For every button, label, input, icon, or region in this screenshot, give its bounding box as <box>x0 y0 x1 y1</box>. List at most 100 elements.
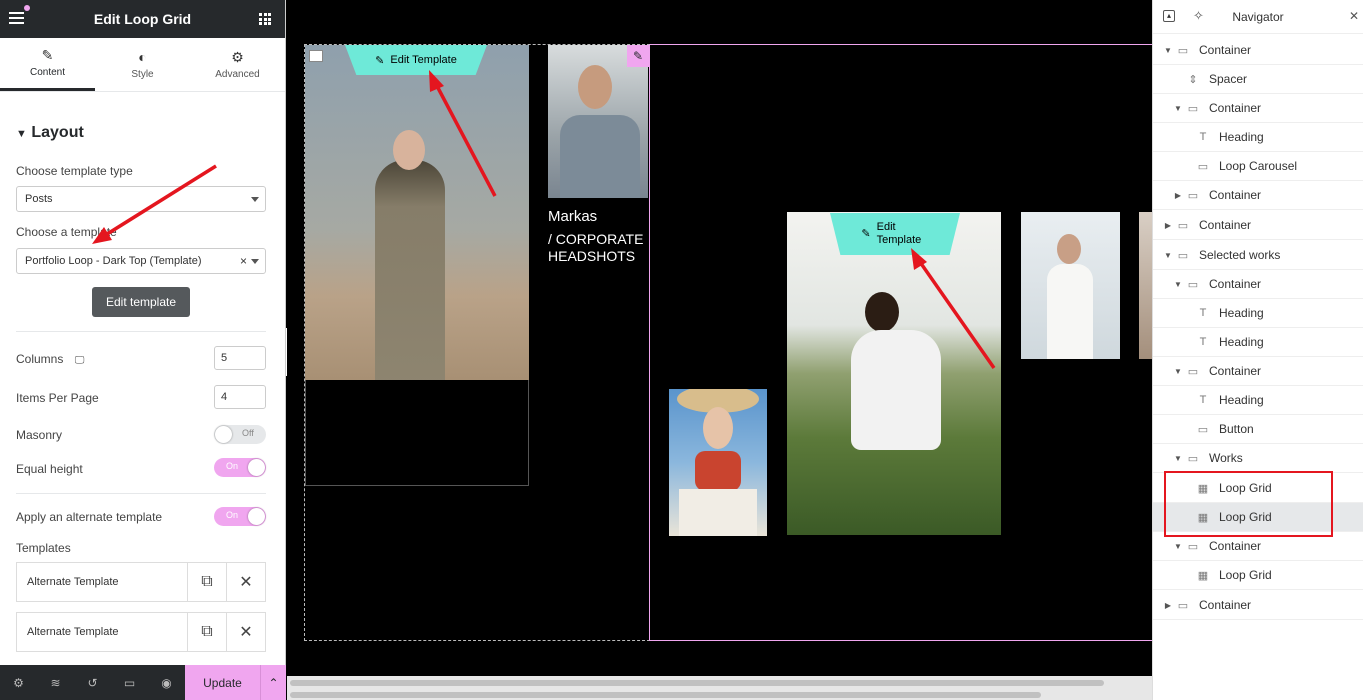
panel-footer: ⚙ ≋ ↺ ▭ ◉ Update ⌃ <box>0 665 286 700</box>
navigator-item[interactable]: ▼ ▭ Container <box>1153 357 1363 386</box>
template-item-title: Alternate Template <box>27 626 119 638</box>
container-icon: ▭ <box>1177 219 1189 232</box>
navigator-item-label: Loop Grid <box>1219 568 1272 582</box>
divider <box>16 493 266 494</box>
columns-input[interactable]: 5 <box>214 346 266 370</box>
caret-right-icon[interactable]: ▶ <box>1163 601 1173 610</box>
container-icon: ▭ <box>1177 249 1189 262</box>
loop-grid-icon: ▦ <box>1197 569 1209 582</box>
preview-eye-icon[interactable]: ◉ <box>148 676 185 690</box>
caret-down-icon[interactable]: ▼ <box>1173 104 1183 113</box>
settings-icon[interactable]: ⚙ <box>0 676 37 690</box>
chevron-up-icon[interactable]: ⌃ <box>260 665 286 700</box>
container-icon: ▭ <box>1187 189 1199 202</box>
items-per-page-label: Items Per Page <box>16 391 99 405</box>
equal-height-toggle[interactable]: On <box>214 458 266 477</box>
button-icon: ▭ <box>1197 423 1209 436</box>
navigator-item[interactable]: ▶ ▭ Container <box>1153 591 1363 620</box>
masonry-label: Masonry <box>16 428 63 442</box>
navigator-item[interactable]: ▭ Button <box>1153 415 1363 444</box>
navigator-item-label: Heading <box>1219 130 1264 144</box>
heading-icon: T <box>1199 394 1207 406</box>
navigator-item-label: Container <box>1199 218 1252 232</box>
caret-down-icon[interactable]: ▼ <box>1173 367 1183 376</box>
navigator-item-label: Container <box>1209 188 1262 202</box>
template-repeater-item[interactable]: Alternate Template ⧉ ✕ <box>16 562 266 602</box>
heading-icon: T <box>1199 307 1207 319</box>
caret-down-icon[interactable]: ▼ <box>1163 46 1173 55</box>
navigator-item-label: Heading <box>1219 393 1264 407</box>
template-repeater-item[interactable]: Alternate Template ⧉ ✕ <box>16 612 266 652</box>
expand-icon[interactable]: ▴ <box>1163 10 1175 22</box>
items-per-page-input[interactable]: 4 <box>214 385 266 409</box>
caret-down-icon[interactable]: ▼ <box>1173 454 1183 463</box>
desktop-icon: 🖵 <box>74 355 85 366</box>
navigator-item-label: Container <box>1199 43 1252 57</box>
layers-icon[interactable]: ≋ <box>37 676 74 690</box>
heading-icon: T <box>1199 131 1207 143</box>
navigator-item-label: Container <box>1209 364 1262 378</box>
navigator-item[interactable]: ⇕ Spacer <box>1153 65 1363 94</box>
templates-label: Templates <box>16 541 71 555</box>
container-icon: ▭ <box>1187 365 1199 378</box>
duplicate-icon[interactable]: ⧉ <box>187 613 226 651</box>
divider <box>16 331 266 332</box>
caret-down-icon[interactable]: ▼ <box>1173 280 1183 289</box>
caret-right-icon[interactable]: ▶ <box>1163 221 1173 230</box>
navigator-item[interactable]: ▭ Loop Carousel <box>1153 152 1363 181</box>
alternate-template-toggle[interactable]: On <box>214 507 266 526</box>
masonry-toggle[interactable]: Off <box>214 425 266 444</box>
toggle-state: Off <box>242 428 254 438</box>
navigator-item[interactable]: ▦ Loop Grid <box>1153 561 1363 590</box>
navigator-item[interactable]: ▶ ▭ Container <box>1153 211 1363 240</box>
navigator-item-label: Loop Carousel <box>1219 159 1298 173</box>
navigator-item[interactable]: ▼ ▭ Works <box>1153 444 1363 473</box>
container-icon: ▭ <box>1187 452 1199 465</box>
duplicate-icon[interactable]: ⧉ <box>187 563 226 601</box>
caret-down-icon[interactable]: ▼ <box>1173 542 1183 551</box>
navigator-item-label: Container <box>1199 598 1252 612</box>
alternate-template-label: Apply an alternate template <box>16 510 163 524</box>
navigator-item-label: Selected works <box>1199 248 1281 262</box>
container-icon: ▭ <box>1177 599 1189 612</box>
heading-icon: T <box>1199 336 1207 348</box>
responsive-icon[interactable]: ▭ <box>111 676 148 690</box>
container-icon: ▭ <box>1177 44 1189 57</box>
navigator-item-label: Works <box>1209 451 1243 465</box>
history-icon[interactable]: ↺ <box>74 676 111 690</box>
navigator-item[interactable]: ▼ ▭ Container <box>1153 36 1363 65</box>
navigator-item[interactable]: ▶ ▭ Container <box>1153 181 1363 210</box>
navigator-item[interactable]: T Heading <box>1153 123 1363 152</box>
navigator-header: ▴ ✧ Navigator ✕ <box>1153 0 1363 34</box>
container-icon: ▭ <box>1187 278 1199 291</box>
close-icon[interactable]: ✕ <box>226 563 265 601</box>
navigator-item[interactable]: T Heading <box>1153 299 1363 328</box>
navigator-item[interactable]: ▼ ▭ Container <box>1153 94 1363 123</box>
navigator-item-label: Container <box>1209 101 1262 115</box>
horizontal-scrollbar[interactable] <box>290 680 1104 686</box>
navigator-item-label: Button <box>1219 422 1254 436</box>
navigator-item-label: Container <box>1209 539 1262 553</box>
navigator-title: Navigator <box>1232 9 1284 24</box>
close-icon[interactable]: ✕ <box>1349 9 1359 23</box>
close-icon[interactable]: ✕ <box>226 613 265 651</box>
navigator-item[interactable]: ▼ ▭ Selected works <box>1153 241 1363 270</box>
toggle-state: On <box>226 510 239 520</box>
navigator-item[interactable]: ▼ ▭ Container <box>1153 270 1363 299</box>
navigator-item[interactable]: T Heading <box>1153 328 1363 357</box>
horizontal-scrollbar[interactable] <box>290 692 1041 698</box>
navigator-item[interactable]: T Heading <box>1153 386 1363 415</box>
container-icon: ▭ <box>1187 540 1199 553</box>
navigator-item-label: Heading <box>1219 335 1264 349</box>
columns-label: Columns 🖵 <box>16 352 85 366</box>
container-icon: ▭ <box>1187 102 1199 115</box>
navigator-panel: ▴ ✧ Navigator ✕ ▼ ▭ Container ⇕ Spacer ▼ ▭ Cont… <box>1152 0 1363 700</box>
sparkle-icon[interactable]: ✧ <box>1193 8 1204 24</box>
update-button[interactable]: Update <box>185 665 260 700</box>
caret-right-icon[interactable]: ▶ <box>1173 191 1183 200</box>
navigator-item-label: Heading <box>1219 306 1264 320</box>
edit-template-button[interactable]: Edit template <box>92 287 190 317</box>
annotation-arrow <box>92 164 217 244</box>
caret-down-icon[interactable]: ▼ <box>1163 251 1173 260</box>
annotation-highlight-box <box>1164 471 1333 537</box>
